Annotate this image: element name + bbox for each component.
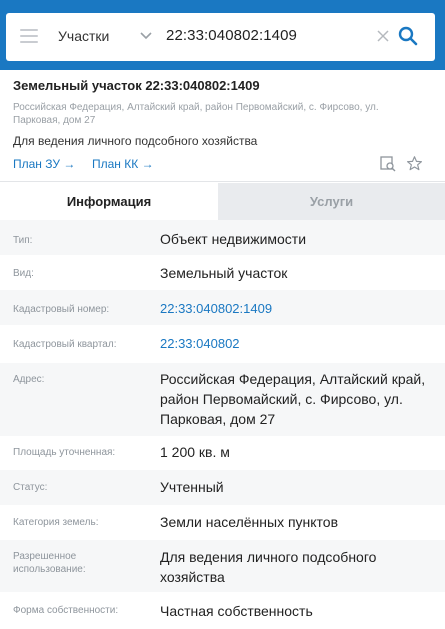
plan-zu-link[interactable]: План ЗУ → <box>13 157 75 171</box>
info-label: Адрес: <box>13 374 45 385</box>
info-value: Объект недвижимости <box>160 231 307 247</box>
info-value: Для ведения личного подсобного хозяйства <box>160 549 377 585</box>
info-row-ownership: Форма собственности: Частная собственнос… <box>0 592 445 629</box>
top-bar: Участки 22:33:040802:1409 <box>0 0 445 70</box>
info-label: Категория земель: <box>13 517 99 528</box>
info-row-type: Тип: Объект недвижимости <box>0 220 445 255</box>
object-card: Земельный участок 22:33:040802:1409 Росс… <box>0 70 445 182</box>
plan-kk-link[interactable]: План КК → <box>92 157 154 171</box>
category-select-label[interactable]: Участки <box>58 28 109 44</box>
cadastral-number-link[interactable]: 22:33:040802:1409 <box>160 299 430 319</box>
info-row-area: Площадь уточненная: 1 200 кв. м <box>0 436 445 470</box>
object-purpose: Для ведения личного подсобного хозяйства <box>13 134 258 148</box>
info-value: Частная собственность <box>160 603 313 619</box>
search-icon[interactable] <box>398 26 418 46</box>
info-label: Тип: <box>13 235 33 246</box>
search-input[interactable]: 22:33:040802:1409 <box>166 27 297 44</box>
search-box: Участки 22:33:040802:1409 <box>6 13 435 61</box>
star-icon[interactable] <box>406 155 423 172</box>
menu-icon[interactable] <box>20 29 38 43</box>
object-title: Земельный участок 22:33:040802:1409 <box>13 78 260 93</box>
info-value: Земли населённых пунктов <box>160 514 339 530</box>
info-value: Российская Федерация, Алтайский край, ра… <box>160 371 426 427</box>
info-value: 1 200 кв. м <box>160 444 230 460</box>
info-row-quarter: Кадастровый квартал: 22:33:040802 <box>0 325 445 363</box>
tab-bar: Информация Услуги <box>0 183 445 220</box>
tab-information[interactable]: Информация <box>0 183 218 220</box>
info-row-status: Статус: Учтенный <box>0 470 445 505</box>
info-row-kind: Вид: Земельный участок <box>0 255 445 290</box>
map-search-icon[interactable] <box>380 156 396 172</box>
info-value: Земельный участок <box>160 265 288 281</box>
object-address: Российская Федерация, Алтайский край, ра… <box>13 102 379 126</box>
info-label: Кадастровый квартал: <box>13 339 117 350</box>
info-row-category: Категория земель: Земли населённых пункт… <box>0 505 445 540</box>
info-label: Кадастровый номер: <box>13 304 110 315</box>
info-label: Статус: <box>13 482 48 493</box>
tab-services[interactable]: Услуги <box>218 183 445 220</box>
cadastral-quarter-link[interactable]: 22:33:040802 <box>160 334 430 354</box>
info-row-address: Адрес: Российская Федерация, Алтайский к… <box>0 363 445 436</box>
info-value: Учтенный <box>160 479 224 495</box>
info-row-usage: Разрешенное использование: Для ведения л… <box>0 540 445 592</box>
info-row-cadnum: Кадастровый номер: 22:33:040802:1409 <box>0 290 445 325</box>
chevron-down-icon[interactable] <box>139 30 153 42</box>
info-label: Площадь уточненная: <box>13 447 116 458</box>
info-label: Вид: <box>13 268 34 279</box>
info-label: Разрешенное использование: <box>13 551 86 575</box>
info-label: Форма собственности: <box>13 605 119 616</box>
close-icon[interactable] <box>375 28 391 44</box>
